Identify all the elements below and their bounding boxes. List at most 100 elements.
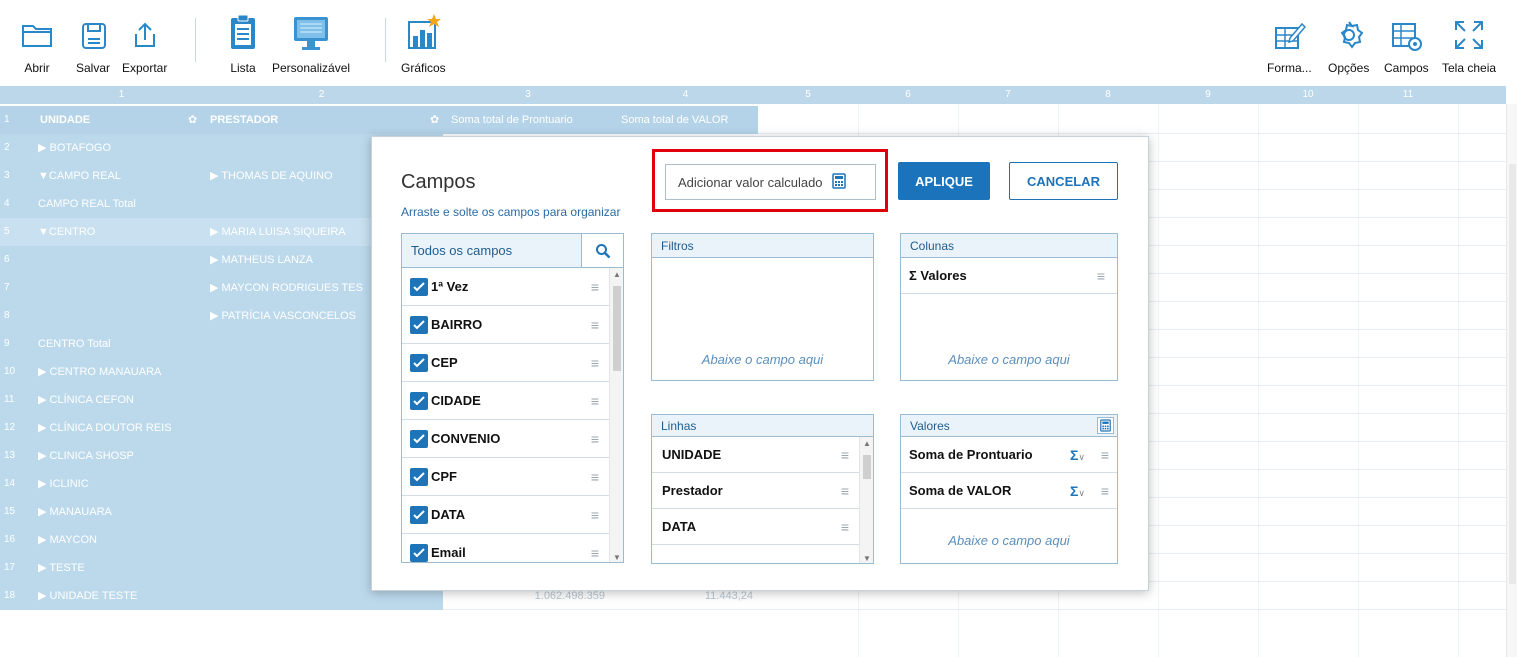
- values-field-soma-valor[interactable]: Soma de VALOR Σ∨ ≡: [901, 473, 1117, 509]
- drag-handle-icon[interactable]: ≡: [591, 469, 599, 485]
- unidade-cell[interactable]: ▶ MAYCON: [34, 526, 198, 554]
- drag-handle-icon[interactable]: ≡: [841, 519, 849, 535]
- scrollbar-thumb[interactable]: [1509, 164, 1516, 584]
- unidade-cell[interactable]: ▶ BOTAFOGO: [34, 134, 198, 162]
- rows-scrollbar[interactable]: ▲ ▼: [859, 437, 873, 563]
- header-unidade[interactable]: UNIDADE: [36, 106, 186, 134]
- gear-icon[interactable]: ✿: [184, 106, 200, 134]
- unidade-cell[interactable]: ▶ UNIDADE TESTE: [34, 582, 198, 610]
- fields-scrollbar[interactable]: ▲ ▼: [609, 268, 623, 562]
- header-prestador[interactable]: PRESTADOR: [206, 106, 406, 134]
- rows-field-item[interactable]: UNIDADE ≡: [652, 437, 861, 473]
- row-number: 18: [4, 590, 16, 601]
- drag-handle-icon[interactable]: ≡: [1101, 447, 1109, 463]
- grid-scrollbar[interactable]: [1506, 104, 1517, 657]
- field-list-item[interactable]: 1ª Vez ≡: [402, 268, 611, 306]
- rows-field-item[interactable]: DATA ≡: [652, 509, 861, 545]
- header-soma-prontuario[interactable]: Soma total de Prontuario: [443, 106, 613, 134]
- row-number: 13: [4, 450, 16, 461]
- drag-handle-icon[interactable]: ≡: [591, 431, 599, 447]
- checkbox-checked-icon[interactable]: [410, 543, 428, 562]
- checkbox-checked-icon[interactable]: [410, 429, 428, 448]
- column-number: 6: [905, 89, 911, 100]
- drag-handle-icon[interactable]: ≡: [591, 507, 599, 523]
- calculator-icon[interactable]: [1097, 417, 1114, 434]
- cancel-button[interactable]: CANCELAR: [1009, 162, 1118, 200]
- column-number: 5: [805, 89, 811, 100]
- options-button[interactable]: Opções: [1328, 8, 1369, 75]
- unidade-cell[interactable]: [34, 246, 198, 274]
- fields-button[interactable]: Campos: [1384, 8, 1429, 75]
- unidade-cell[interactable]: ▶ CLINICA SHOSP: [34, 442, 198, 470]
- drag-handle-icon[interactable]: ≡: [841, 447, 849, 463]
- scroll-up-icon[interactable]: ▲: [613, 270, 621, 279]
- drag-handle-icon[interactable]: ≡: [591, 545, 599, 561]
- drag-handle-icon[interactable]: ≡: [591, 393, 599, 409]
- unidade-cell[interactable]: [34, 302, 198, 330]
- field-list-item[interactable]: BAIRRO ≡: [402, 306, 611, 344]
- field-list-item[interactable]: CONVENIO ≡: [402, 420, 611, 458]
- field-label: BAIRRO: [431, 317, 483, 332]
- scroll-down-icon[interactable]: ▼: [613, 553, 621, 562]
- custom-button[interactable]: Personalizável: [272, 8, 350, 75]
- field-label: DATA: [431, 507, 466, 522]
- unidade-cell[interactable]: CAMPO REAL Total: [34, 190, 198, 218]
- gear-icon[interactable]: ✿: [426, 106, 442, 134]
- save-icon: [78, 8, 108, 52]
- drag-handle-icon[interactable]: ≡: [591, 355, 599, 371]
- scroll-up-icon[interactable]: ▲: [863, 439, 871, 448]
- format-button[interactable]: Forma...: [1267, 8, 1312, 75]
- save-button[interactable]: Salvar: [76, 8, 110, 75]
- filters-panel[interactable]: Filtros Abaixe o campo aqui: [651, 233, 874, 381]
- rows-title: Linhas: [652, 415, 873, 437]
- unidade-cell[interactable]: CENTRO Total: [34, 330, 198, 358]
- columns-field-valores[interactable]: Σ Valores ≡: [901, 258, 1117, 294]
- apply-button[interactable]: APLIQUE: [898, 162, 990, 200]
- sigma-dropdown-icon[interactable]: Σ∨: [1070, 483, 1085, 499]
- field-list-item[interactable]: DATA ≡: [402, 496, 611, 534]
- dialog-title: Campos: [401, 171, 476, 193]
- field-list-item[interactable]: CEP ≡: [402, 344, 611, 382]
- open-button[interactable]: Abrir: [18, 8, 56, 75]
- list-button[interactable]: Lista: [226, 8, 260, 75]
- fullscreen-button[interactable]: Tela cheia: [1442, 8, 1496, 75]
- rows-panel[interactable]: Linhas UNIDADE ≡ Prestador ≡ DATA ≡ ▲ ▼: [651, 414, 874, 564]
- drag-handle-icon[interactable]: ≡: [591, 279, 599, 295]
- unidade-cell[interactable]: ▼CENTRO: [34, 218, 198, 246]
- field-list-item[interactable]: Email ≡: [402, 534, 611, 562]
- drag-handle-icon[interactable]: ≡: [1097, 268, 1105, 284]
- scrollbar-thumb[interactable]: [613, 286, 621, 371]
- export-button[interactable]: Exportar: [122, 8, 167, 75]
- drag-handle-icon[interactable]: ≡: [591, 317, 599, 333]
- values-drop-placeholder: Abaixe o campo aqui: [948, 533, 1070, 548]
- field-list-item[interactable]: CIDADE ≡: [402, 382, 611, 420]
- scrollbar-thumb[interactable]: [863, 455, 871, 479]
- row-number: 17: [4, 562, 16, 573]
- checkbox-checked-icon[interactable]: [410, 315, 428, 334]
- checkbox-checked-icon[interactable]: [410, 391, 428, 410]
- unidade-cell[interactable]: ▶ CENTRO MANAUARA: [34, 358, 198, 386]
- charts-button[interactable]: Gráficos: [401, 8, 446, 75]
- drag-handle-icon[interactable]: ≡: [841, 483, 849, 499]
- header-soma-valor[interactable]: Soma total de VALOR: [613, 106, 758, 134]
- field-list-item[interactable]: CPF ≡: [402, 458, 611, 496]
- unidade-cell[interactable]: ▶ ICLINIC: [34, 470, 198, 498]
- unidade-cell[interactable]: ▼CAMPO REAL: [34, 162, 198, 190]
- checkbox-checked-icon[interactable]: [410, 505, 428, 524]
- scroll-down-icon[interactable]: ▼: [863, 554, 871, 563]
- sigma-dropdown-icon[interactable]: Σ∨: [1070, 447, 1085, 463]
- unidade-cell[interactable]: ▶ CLÍNICA DOUTOR REIS: [34, 414, 198, 442]
- unidade-cell[interactable]: ▶ TESTE: [34, 554, 198, 582]
- unidade-cell[interactable]: ▶ MANAUARA: [34, 498, 198, 526]
- unidade-cell[interactable]: [34, 274, 198, 302]
- unidade-cell[interactable]: ▶ CLÍNICA CEFON: [34, 386, 198, 414]
- rows-field-item[interactable]: Prestador ≡: [652, 473, 861, 509]
- values-panel[interactable]: Valores Soma de Prontuario Σ∨ ≡ Soma de …: [900, 414, 1118, 564]
- search-icon[interactable]: [581, 234, 623, 267]
- columns-panel[interactable]: Colunas Σ Valores ≡ Abaixe o campo aqui: [900, 233, 1118, 381]
- checkbox-checked-icon[interactable]: [410, 353, 428, 372]
- values-field-soma-prontuario[interactable]: Soma de Prontuario Σ∨ ≡: [901, 437, 1117, 473]
- checkbox-checked-icon[interactable]: [410, 277, 428, 296]
- drag-handle-icon[interactable]: ≡: [1101, 483, 1109, 499]
- checkbox-checked-icon[interactable]: [410, 467, 428, 486]
